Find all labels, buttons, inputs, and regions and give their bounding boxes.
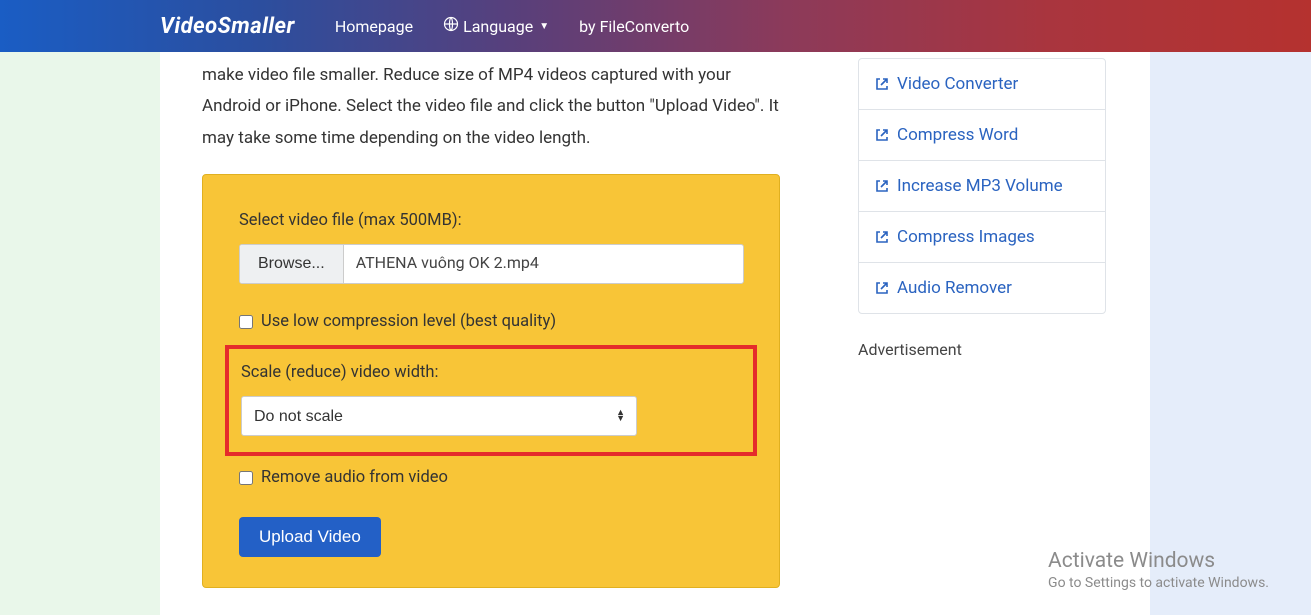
globe-icon [443, 16, 459, 36]
external-link-icon [875, 230, 889, 244]
sidebar-item-label: Compress Word [897, 125, 1018, 145]
sidebar: Video Converter Compress Word Increase M… [820, 52, 1150, 615]
scale-label: Scale (reduce) video width: [241, 363, 741, 382]
browse-button[interactable]: Browse... [240, 245, 344, 283]
remove-audio-checkbox[interactable] [239, 471, 253, 485]
upload-card: Select video file (max 500MB): Browse...… [202, 174, 780, 588]
nav-homepage[interactable]: Homepage [335, 17, 413, 36]
main-content: make video file smaller. Reduce size of … [160, 52, 820, 615]
nav-by-fileconverto[interactable]: by FileConverto [579, 17, 689, 36]
watermark-title: Activate Windows [1048, 549, 1269, 573]
watermark-subtitle: Go to Settings to activate Windows. [1048, 575, 1269, 591]
sidebar-item-label: Compress Images [897, 227, 1035, 247]
selected-filename: ATHENA vuông OK 2.mp4 [344, 245, 743, 283]
select-file-label: Select video file (max 500MB): [239, 211, 743, 230]
low-compression-checkbox[interactable] [239, 315, 253, 329]
brand-logo[interactable]: VideoSmaller [160, 14, 295, 39]
chevron-down-icon: ▼ [539, 21, 549, 32]
upload-video-button[interactable]: Upload Video [239, 517, 381, 557]
low-compression-row[interactable]: Use low compression level (best quality) [239, 312, 743, 331]
sidebar-item-label: Audio Remover [897, 278, 1012, 298]
remove-audio-label: Remove audio from video [261, 468, 448, 487]
top-navbar: VideoSmaller Homepage Language ▼ by File… [0, 0, 1311, 52]
advertisement-label: Advertisement [858, 340, 1130, 359]
left-gutter [0, 52, 160, 615]
scale-highlight-box: Scale (reduce) video width: Do not scale… [225, 345, 757, 456]
sidebar-item-audio-remover[interactable]: Audio Remover [859, 263, 1105, 313]
remove-audio-row[interactable]: Remove audio from video [239, 468, 743, 487]
external-link-icon [875, 77, 889, 91]
file-input-row: Browse... ATHENA vuông OK 2.mp4 [239, 244, 744, 284]
sidebar-item-compress-word[interactable]: Compress Word [859, 110, 1105, 161]
windows-activation-watermark: Activate Windows Go to Settings to activ… [1048, 549, 1269, 591]
scale-select[interactable]: Do not scale [241, 396, 637, 436]
nav-language-dropdown[interactable]: Language ▼ [443, 16, 549, 36]
nav-language-label: Language [463, 17, 533, 36]
sidebar-item-increase-mp3-volume[interactable]: Increase MP3 Volume [859, 161, 1105, 212]
intro-text: make video file smaller. Reduce size of … [202, 52, 820, 174]
external-link-icon [875, 281, 889, 295]
sidebar-item-label: Video Converter [897, 74, 1018, 94]
sidebar-item-compress-images[interactable]: Compress Images [859, 212, 1105, 263]
sidebar-item-label: Increase MP3 Volume [897, 176, 1063, 196]
external-link-icon [875, 128, 889, 142]
related-tools-list: Video Converter Compress Word Increase M… [858, 58, 1106, 314]
low-compression-label: Use low compression level (best quality) [261, 312, 556, 331]
scale-select-wrap: Do not scale ▲▼ [241, 396, 637, 436]
right-gutter [1150, 52, 1311, 615]
sidebar-item-video-converter[interactable]: Video Converter [859, 59, 1105, 110]
external-link-icon [875, 179, 889, 193]
